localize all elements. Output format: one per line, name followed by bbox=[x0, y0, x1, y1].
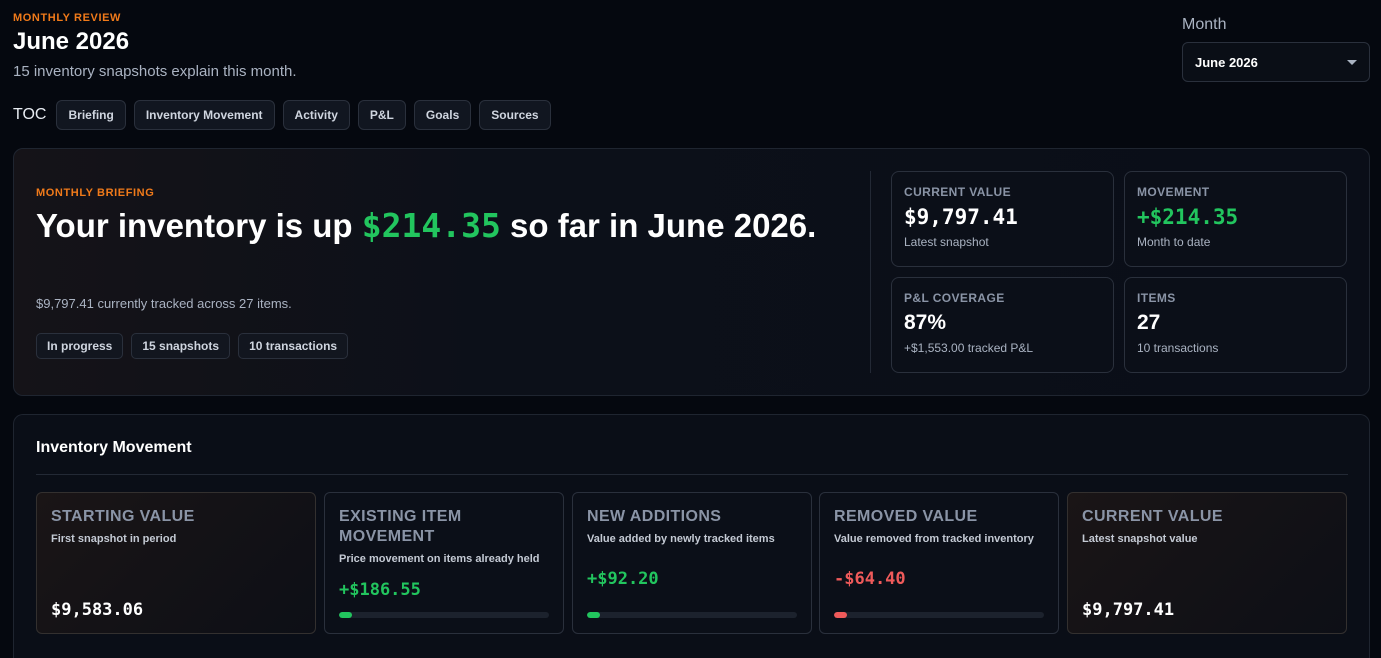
briefing-panel: MONTHLY BRIEFING Your inventory is up $2… bbox=[13, 148, 1370, 396]
card-value: +$186.55 bbox=[339, 580, 421, 600]
stat-note: Month to date bbox=[1137, 235, 1211, 249]
stat-items: ITEMS 27 10 transactions bbox=[1124, 277, 1347, 373]
briefing-badges: In progress 15 snapshots 10 transactions bbox=[36, 333, 349, 359]
card-value: $9,797.41 bbox=[1082, 600, 1175, 620]
month-label: Month bbox=[1182, 16, 1227, 33]
divider bbox=[36, 474, 1348, 475]
stat-current-value: CURRENT VALUE $9,797.41 Latest snapshot bbox=[891, 171, 1114, 267]
briefing-headline: Your inventory is up $214.35 so far in J… bbox=[36, 207, 836, 245]
toc-link-pnl[interactable]: P&L bbox=[357, 100, 406, 130]
toc-link-activity[interactable]: Activity bbox=[282, 100, 350, 130]
briefing-description: $9,797.41 currently tracked across 27 it… bbox=[36, 296, 292, 311]
headline-prefix: Your inventory is up bbox=[36, 207, 362, 244]
card-value: -$64.40 bbox=[834, 569, 906, 589]
chevron-down-icon bbox=[1347, 60, 1357, 65]
card-label: REMOVED VALUE bbox=[834, 508, 978, 525]
toc-link-goals[interactable]: Goals bbox=[413, 100, 472, 130]
progress-bar bbox=[339, 612, 549, 618]
progress-bar bbox=[587, 612, 797, 618]
card-label: CURRENT VALUE bbox=[1082, 508, 1223, 525]
card-subtitle: Latest snapshot value bbox=[1082, 533, 1198, 545]
stat-label: ITEMS bbox=[1137, 291, 1176, 305]
stat-value: 27 bbox=[1137, 311, 1161, 334]
toc-nav: TOC Briefing Inventory Movement Activity… bbox=[13, 100, 551, 130]
card-starting-value: STARTING VALUE First snapshot in period … bbox=[36, 492, 316, 634]
card-subtitle: Value removed from tracked inventory bbox=[834, 533, 1034, 545]
stat-note: 10 transactions bbox=[1137, 341, 1219, 355]
stat-pnl-coverage: P&L COVERAGE 87% +$1,553.00 tracked P&L bbox=[891, 277, 1114, 373]
snapshots-badge: 15 snapshots bbox=[131, 333, 231, 359]
card-label: NEW ADDITIONS bbox=[587, 508, 722, 525]
card-subtitle: First snapshot in period bbox=[51, 533, 177, 545]
transactions-badge: 10 transactions bbox=[238, 333, 349, 359]
status-badge: In progress bbox=[36, 333, 124, 359]
card-removed-value: REMOVED VALUE Value removed from tracked… bbox=[819, 492, 1059, 634]
progress-bar bbox=[834, 612, 1044, 618]
stat-label: CURRENT VALUE bbox=[904, 185, 1011, 199]
card-label: EXISTING ITEM MOVEMENT bbox=[339, 508, 462, 545]
stat-note: +$1,553.00 tracked P&L bbox=[904, 341, 1034, 355]
toc-link-briefing[interactable]: Briefing bbox=[56, 100, 126, 130]
card-subtitle: Price movement on items already held bbox=[339, 553, 540, 565]
card-subtitle: Value added by newly tracked items bbox=[587, 533, 775, 545]
month-select-value: June 2026 bbox=[1195, 54, 1258, 70]
progress-fill bbox=[834, 612, 847, 618]
card-existing-item-movement: EXISTING ITEM MOVEMENT Price movement on… bbox=[324, 492, 564, 634]
stat-movement: MOVEMENT +$214.35 Month to date bbox=[1124, 171, 1347, 267]
page-title: June 2026 bbox=[13, 28, 130, 55]
card-current-value: CURRENT VALUE Latest snapshot value $9,7… bbox=[1067, 492, 1347, 634]
toc-link-sources[interactable]: Sources bbox=[479, 100, 551, 130]
card-new-additions: NEW ADDITIONS Value added by newly track… bbox=[572, 492, 812, 634]
card-value: +$92.20 bbox=[587, 569, 659, 589]
headline-amount: $214.35 bbox=[361, 206, 501, 245]
stat-note: Latest snapshot bbox=[904, 235, 989, 249]
month-select[interactable]: June 2026 bbox=[1182, 42, 1370, 82]
page-subtitle: 15 inventory snapshots explain this mont… bbox=[13, 63, 297, 80]
divider bbox=[870, 171, 871, 373]
stat-label: P&L COVERAGE bbox=[904, 291, 1005, 305]
inventory-movement-panel: Inventory Movement STARTING VALUE First … bbox=[13, 414, 1370, 658]
toc-label: TOC bbox=[13, 106, 47, 123]
briefing-eyebrow: MONTHLY BRIEFING bbox=[36, 187, 155, 199]
toc-link-inventory-movement[interactable]: Inventory Movement bbox=[133, 100, 275, 130]
headline-suffix: so far in June 2026. bbox=[500, 207, 817, 244]
page-eyebrow: MONTHLY REVIEW bbox=[13, 12, 122, 24]
stat-value: 87% bbox=[904, 311, 947, 334]
stat-value: +$214.35 bbox=[1137, 205, 1239, 229]
progress-fill bbox=[587, 612, 600, 618]
section-title: Inventory Movement bbox=[36, 439, 192, 456]
stat-value: $9,797.41 bbox=[904, 205, 1018, 229]
progress-fill bbox=[339, 612, 352, 618]
stat-label: MOVEMENT bbox=[1137, 185, 1210, 199]
card-value: $9,583.06 bbox=[51, 600, 144, 620]
card-label: STARTING VALUE bbox=[51, 508, 195, 525]
